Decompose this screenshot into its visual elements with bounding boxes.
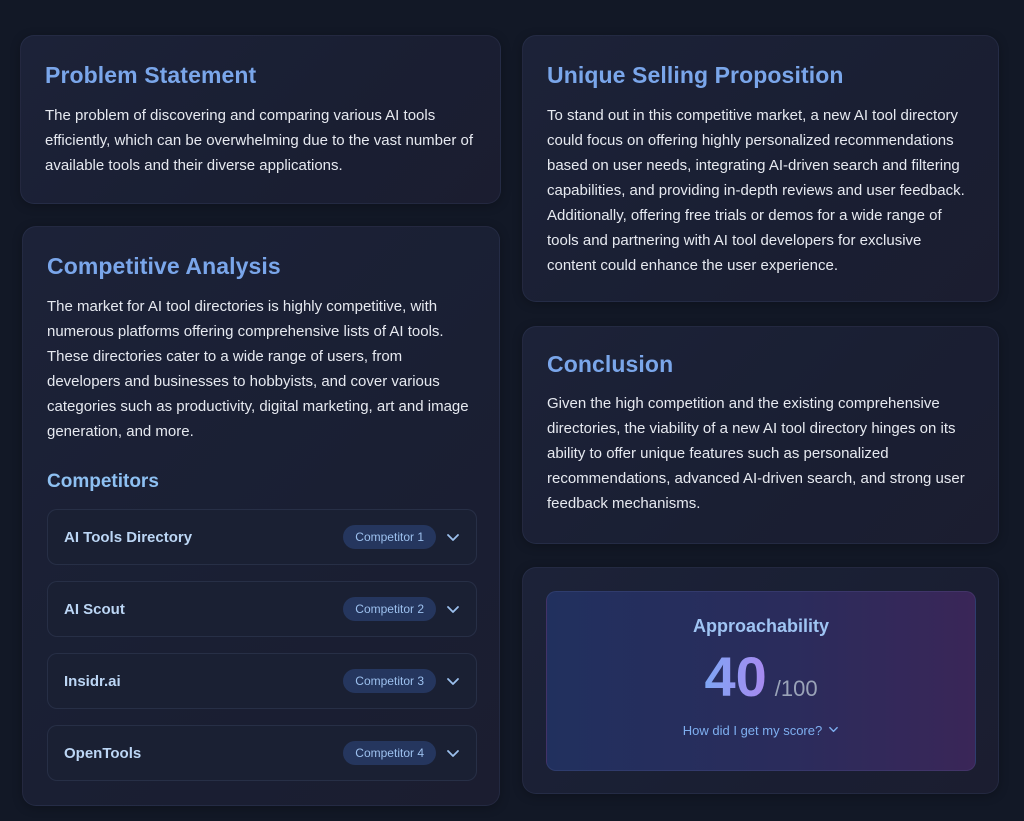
approachability-panel: Approachability 40 /100 How did I get my… (546, 591, 976, 771)
competitor-badge: Competitor 1 (343, 525, 436, 549)
competitor-name: AI Scout (64, 600, 125, 618)
score-explanation-link[interactable]: How did I get my score? (683, 723, 839, 738)
chevron-down-icon[interactable] (446, 530, 460, 544)
score-row: 40 /100 (547, 647, 975, 707)
chevron-down-icon (828, 723, 839, 738)
conclusion-title: Conclusion (547, 351, 674, 377)
competitor-item[interactable]: OpenTools Competitor 4 (47, 725, 477, 781)
competitor-name: OpenTools (64, 744, 142, 762)
approachability-title: Approachability (692, 616, 830, 636)
page: Problem Statement The problem of discove… (0, 0, 1024, 821)
score-value: 40 (704, 645, 767, 708)
score-max: /100 (774, 676, 818, 701)
competitor-item[interactable]: AI Scout Competitor 2 (47, 581, 477, 637)
chevron-down-icon[interactable] (446, 746, 460, 760)
conclusion-card: Conclusion Given the high competition an… (522, 326, 999, 544)
competitor-item[interactable]: AI Tools Directory Competitor 1 (47, 509, 477, 565)
competitor-name: Insidr.ai (64, 672, 121, 690)
problem-statement-title: Problem Statement (45, 62, 257, 88)
competitor-badge: Competitor 4 (343, 741, 436, 765)
competitor-badge: Competitor 2 (343, 597, 436, 621)
conclusion-text: Given the high competition and the exist… (547, 395, 965, 512)
usp-title: Unique Selling Proposition (547, 62, 844, 88)
unique-selling-proposition-card: Unique Selling Proposition To stand out … (522, 35, 999, 302)
problem-statement-text: The problem of discovering and comparing… (45, 107, 474, 174)
competitive-analysis-card: Competitive Analysis The market for AI t… (22, 226, 500, 806)
competitor-item[interactable]: Insidr.ai Competitor 3 (47, 653, 477, 709)
competitors-heading: Competitors (47, 471, 159, 492)
competitor-name: AI Tools Directory (64, 528, 193, 546)
competitor-list: AI Tools Directory Competitor 1 AI Scout… (47, 509, 477, 781)
usp-text: To stand out in this competitive market,… (547, 107, 965, 274)
chevron-down-icon[interactable] (446, 674, 460, 688)
competitive-analysis-title: Competitive Analysis (47, 253, 281, 279)
score-explanation-label: How did I get my score? (682, 723, 823, 738)
chevron-down-icon[interactable] (446, 602, 460, 616)
approachability-card: Approachability 40 /100 How did I get my… (522, 567, 999, 794)
competitive-analysis-text: The market for AI tool directories is hi… (47, 298, 469, 440)
competitor-badge: Competitor 3 (343, 669, 436, 693)
problem-statement-card: Problem Statement The problem of discove… (20, 35, 501, 204)
